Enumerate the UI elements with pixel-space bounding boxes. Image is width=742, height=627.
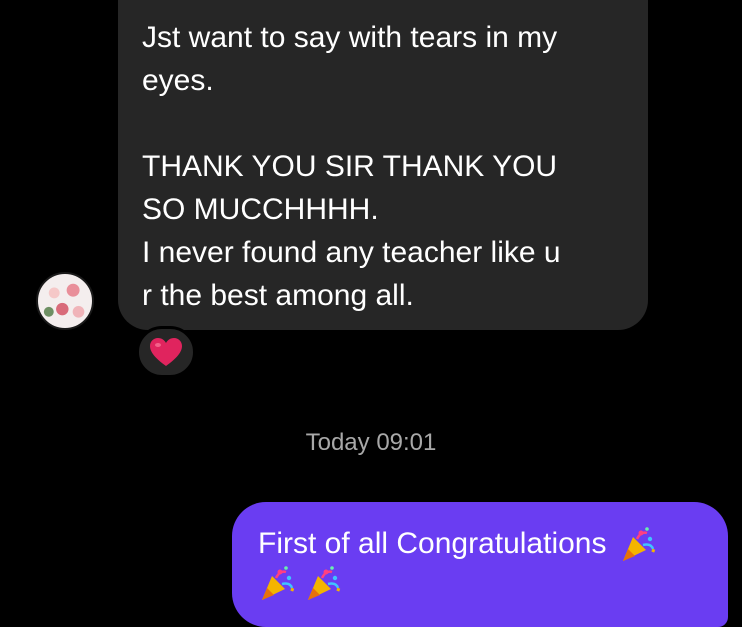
message-text-line: I never found any teacher like u xyxy=(142,236,561,269)
party-popper-icon xyxy=(308,566,341,600)
message-timestamp: Today 09:01 xyxy=(305,429,437,456)
message-reaction[interactable] xyxy=(136,326,196,378)
message-text-line: SO MUCCHHHH. xyxy=(142,193,379,226)
message-text-line: r the best among all. xyxy=(142,279,414,312)
message-text-line: First of all Congratulations xyxy=(258,524,708,564)
party-popper-icon xyxy=(262,566,295,600)
sender-avatar[interactable] xyxy=(36,272,94,330)
message-text-line xyxy=(258,564,708,602)
message-text-line: THANK YOU SIR THANK YOU xyxy=(142,150,558,183)
chat-thread: Jst want to say with tears in my eyes. T… xyxy=(0,0,742,627)
party-popper-icon xyxy=(622,527,655,561)
incoming-message-bubble[interactable]: Jst want to say with tears in my eyes. T… xyxy=(118,0,648,330)
message-text-line: Jst want to say with tears in my xyxy=(142,21,558,54)
outgoing-message-bubble[interactable]: First of all Congratulations xyxy=(232,502,728,627)
message-text: First of all Congratulations xyxy=(258,527,607,560)
heart-icon xyxy=(150,338,182,366)
message-text-line: eyes. xyxy=(142,64,214,97)
